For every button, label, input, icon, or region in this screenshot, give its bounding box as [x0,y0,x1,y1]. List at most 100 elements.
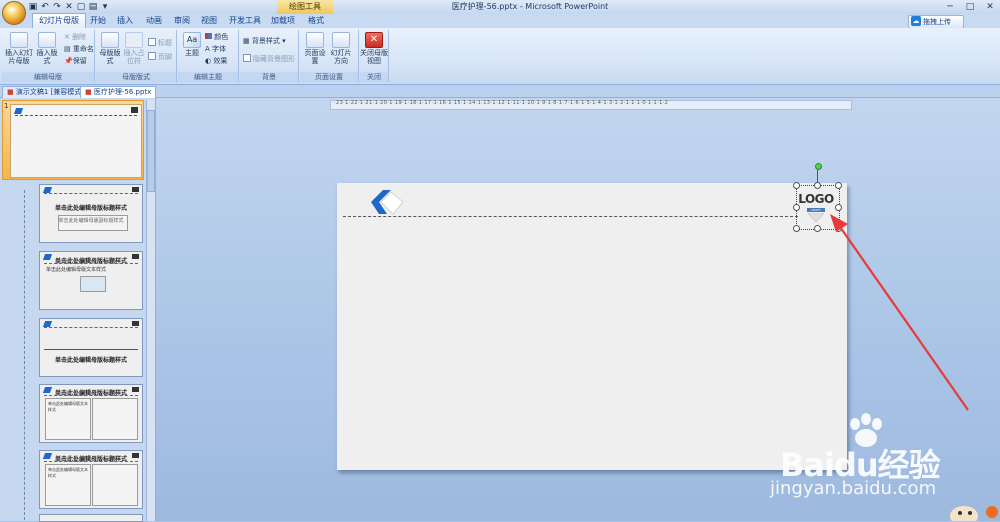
resize-handle-tl[interactable] [793,182,800,189]
group-label: 关闭 [360,72,388,82]
tab-slide-master[interactable]: 幻灯片母版 [32,13,86,29]
footer-checkbox[interactable]: 页脚 [148,52,172,62]
colors-button[interactable]: 颜色 [205,32,228,42]
dash-line [44,461,138,463]
dropdown-icon[interactable]: ▾ [100,2,110,12]
ime-mascot-icon[interactable] [942,496,998,521]
tab-view[interactable]: 视图 [197,14,221,28]
insert-master-button[interactable]: 插入幻灯片母版 [4,32,34,65]
close-icon[interactable]: ✕ [64,2,74,12]
tab-animation[interactable]: 动画 [142,14,166,28]
group-edit-master: 插入幻灯片母版 插入版式 ✕ 删除 ▤ 重命名 📌保留 编辑母版 [2,30,95,82]
doc-tab-presentation1[interactable]: ■ 演示文稿1 [兼容模式] [2,86,89,98]
pptx-icon: ■ [7,88,14,96]
office-button[interactable] [2,1,26,25]
layout-icon [38,32,56,48]
layout-icon [101,32,119,48]
ruler-numbers: ·23·1·22·1·21·1·20·1·19·1·18·1·17·1·16·1… [334,100,669,106]
title-checkbox[interactable]: 标题 [148,38,172,48]
watermark-site: jingyan.baidu.com [770,478,937,499]
group-label: 页面设置 [300,72,358,82]
tab-format[interactable]: 格式 [304,14,328,28]
thumb-title: 单击此处编辑母版标题样式 [54,205,127,212]
hierarchy-guide [24,190,25,520]
colors-icon [205,33,212,39]
rotation-handle[interactable] [815,163,822,170]
new-icon[interactable]: ▢ [76,2,86,12]
pptx-icon: ■ [85,88,92,96]
dash-line [44,263,138,265]
thumb-right-box [92,398,138,440]
fonts-button[interactable]: A 字体 [205,44,226,54]
redo-icon[interactable]: ↷ [52,2,62,12]
logo-icon [132,187,139,192]
fonts-icon: A [205,45,210,53]
orientation-icon [332,32,350,48]
theme-button[interactable]: Aa 主题 [180,32,204,57]
rename-button[interactable]: ▤ 重命名 [64,44,94,54]
thumb-body: 单击此处编辑母版文本样式 [46,267,107,273]
thumb-body: 单击此处编辑母版文本样式 [48,467,88,478]
close-icon: ✕ [365,32,383,48]
layout-thumbnail-2[interactable]: 单击此处编辑母版标题样式 单击此处编辑母版文本样式 [39,251,143,310]
minimize-button[interactable]: ─ [940,0,960,14]
doc-tab-medical[interactable]: ■ 医疗护理-56.pptx [80,86,157,98]
resize-handle-tr[interactable] [835,182,842,189]
tab-developer[interactable]: 开发工具 [227,14,263,28]
blue-diamond-logo[interactable] [367,188,407,218]
slide-canvas[interactable] [337,183,847,470]
bg-styles-button[interactable]: ▦ 背景样式 ▾ [243,36,286,46]
group-label: 编辑母版 [2,72,94,82]
tab-review[interactable]: 审阅 [170,14,194,28]
close-window-button[interactable]: ✕ [980,0,1000,14]
logo-icon [131,107,138,113]
insert-placeholder-button[interactable]: 插入占位符 [122,32,146,65]
thumb-subtitle: 单击此处编辑母版副标题样式 [58,218,124,224]
dash-line [15,115,137,116]
bg-styles-icon: ▦ [243,37,250,45]
tab-insert[interactable]: 插入 [113,14,137,28]
red-annotation-arrow [830,214,969,411]
dash-line [44,327,138,329]
group-background: ▦ 背景样式 ▾ 隐藏背景图形 背景 [240,30,299,82]
resize-handle-l[interactable] [793,204,800,211]
slide-number: 1 [4,102,9,110]
page-setup-button[interactable]: 页面设置 [302,32,328,65]
resize-handle-bl[interactable] [793,225,800,232]
master-layout-button[interactable]: 母版版式 [98,32,122,65]
resize-handle-t[interactable] [814,182,821,189]
layout-thumbnail-5[interactable]: 单击此处编辑母版标题样式 单击此处编辑母版文本样式 [39,450,143,509]
thumb-separator [44,349,138,351]
hide-bg-checkbox[interactable]: 隐藏背景图形 [243,54,295,64]
maximize-button[interactable]: □ [960,0,980,14]
upload-label: 拖拽上传 [923,18,951,26]
dash-line [44,395,138,397]
slide-dash-line [343,216,798,217]
preserve-button[interactable]: 📌保留 [64,56,87,66]
effects-button[interactable]: ◐ 效果 [205,56,227,66]
orientation-button[interactable]: 幻灯片方向 [328,32,354,65]
thumb-body: 单击此处编辑母版文本样式 [48,401,88,412]
page-setup-icon [306,32,324,48]
save-icon[interactable]: ▣ [28,2,38,12]
group-label: 背景 [240,72,298,82]
thumb-right-box [92,464,138,506]
layout-thumbnail-3[interactable]: 单击此处编辑母版标题样式 [39,318,143,377]
dash-line [44,193,138,195]
close-master-view-button[interactable]: ✕ 关闭母版视图 [360,32,388,65]
blue-logo-icon [13,108,24,114]
layout-thumbnail-4[interactable]: 单击此处编辑母版标题样式 单击此处编辑母版文本样式 [39,384,143,443]
tab-addins[interactable]: 加载项 [268,14,298,28]
group-label: 编辑主题 [178,72,238,82]
logo-icon [132,321,139,326]
undo-icon[interactable]: ↶ [40,2,50,12]
layout-thumbnail-1[interactable]: 单击此处编辑母版标题样式 单击此处编辑母版副标题样式 [39,184,143,243]
delete-button[interactable]: ✕ 删除 [64,32,86,42]
slide-icon [10,32,28,48]
thumb-graphic [80,276,106,292]
insert-layout-button[interactable]: 插入版式 [34,32,60,65]
thumbnail-scrollbar-thumb[interactable] [147,110,155,192]
tab-home[interactable]: 开始 [86,14,110,28]
group-page-setup: 页面设置 幻灯片方向 页面设置 [300,30,359,82]
print-icon[interactable]: ▤ [88,2,98,12]
